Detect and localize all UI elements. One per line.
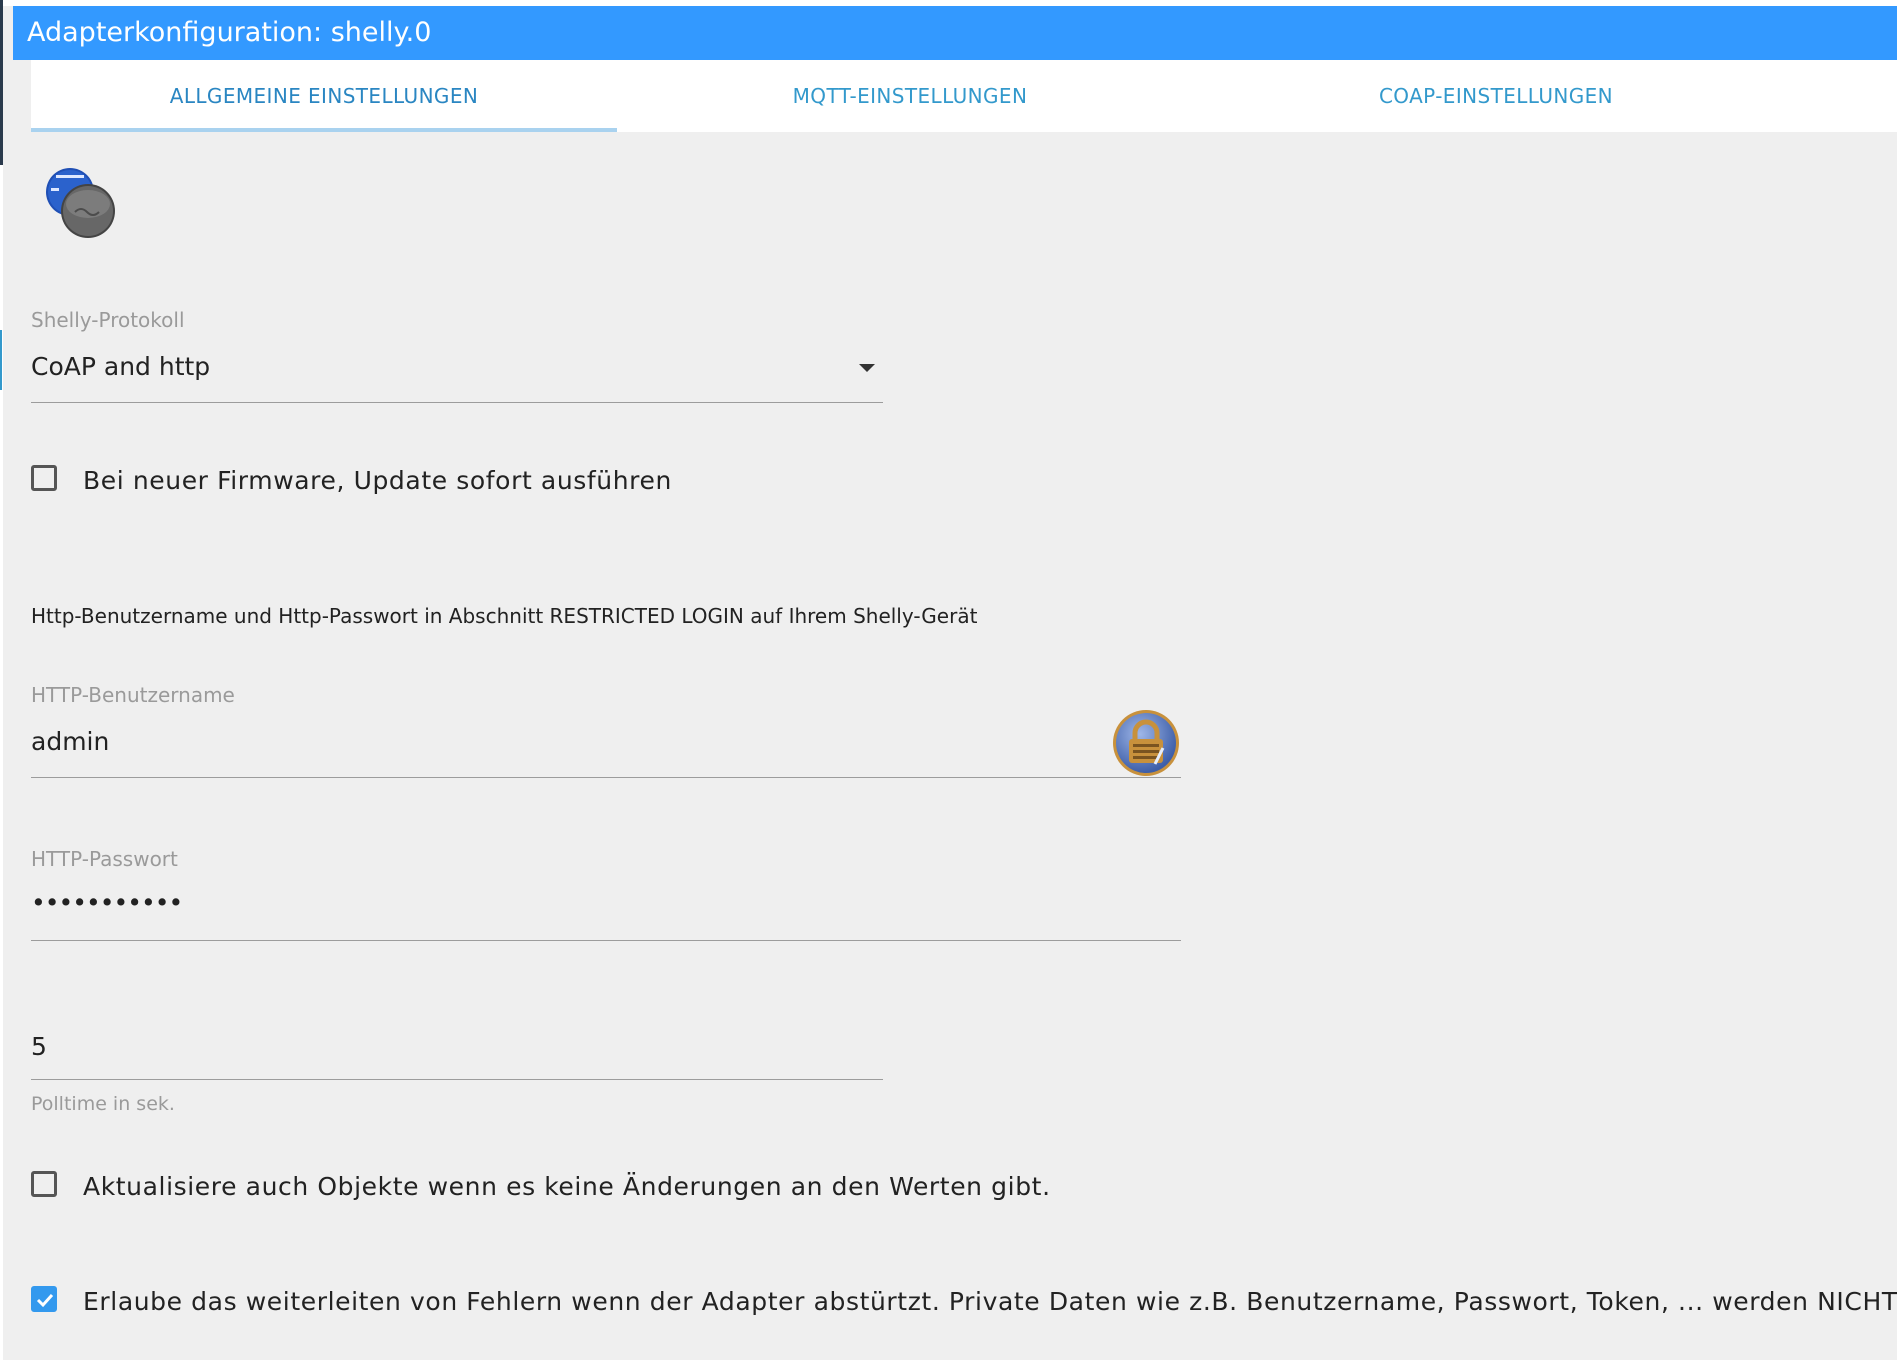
keepass-lock-icon[interactable] <box>1111 708 1181 778</box>
polltime-underline <box>31 1079 883 1080</box>
tab-general-settings[interactable]: ALLGEMEINE EINSTELLUNGEN <box>31 60 617 132</box>
error-reporting-checkbox[interactable] <box>31 1286 57 1312</box>
http-user-input[interactable]: admin <box>31 715 1111 777</box>
protocol-select[interactable]: CoAP and http <box>31 340 883 402</box>
firmware-update-label: Bei neuer Firmware, Update sofort ausfüh… <box>83 466 672 495</box>
update-unchanged-label: Aktualisiere auch Objekte wenn es keine … <box>83 1172 1051 1201</box>
tab-mqtt-settings[interactable]: MQTT-EINSTELLUNGEN <box>617 60 1203 132</box>
tab-coap-settings[interactable]: COAP-EINSTELLUNGEN <box>1203 60 1789 132</box>
http-password-input[interactable]: ••••••••••• <box>31 880 1181 940</box>
http-user-label: HTTP-Benutzername <box>31 683 235 707</box>
http-user-value: admin <box>31 727 110 756</box>
http-password-value: ••••••••••• <box>31 888 183 917</box>
update-unchanged-checkbox[interactable] <box>31 1171 57 1197</box>
chevron-down-icon <box>859 364 875 372</box>
checkmark-icon <box>36 1293 54 1308</box>
firmware-update-checkbox[interactable] <box>31 465 57 491</box>
error-reporting-label: Erlaube das weiterleiten von Fehlern wen… <box>83 1287 1897 1316</box>
http-password-underline <box>31 940 1181 941</box>
http-user-underline <box>31 777 1181 778</box>
tab-bar: ALLGEMEINE EINSTELLUNGEN MQTT-EINSTELLUN… <box>31 60 1897 132</box>
protocol-underline <box>31 402 883 403</box>
polltime-value: 5 <box>31 1032 47 1061</box>
polltime-input[interactable]: 5 <box>31 1020 883 1080</box>
adapter-config-window: Adapterkonfiguration: shelly.0 ALLGEMEIN… <box>3 0 1897 1360</box>
protocol-label: Shelly-Protokoll <box>31 308 185 332</box>
shelly-device-logo-icon <box>46 168 115 238</box>
http-login-note: Http-Benutzername und Http-Passwort in A… <box>31 604 978 628</box>
polltime-helper: Polltime in sek. <box>31 1093 175 1115</box>
left-edge-accent <box>0 330 2 390</box>
window-title: Adapterkonfiguration: shelly.0 <box>13 6 1897 60</box>
http-password-label: HTTP-Passwort <box>31 847 178 871</box>
protocol-value: CoAP and http <box>31 352 211 381</box>
